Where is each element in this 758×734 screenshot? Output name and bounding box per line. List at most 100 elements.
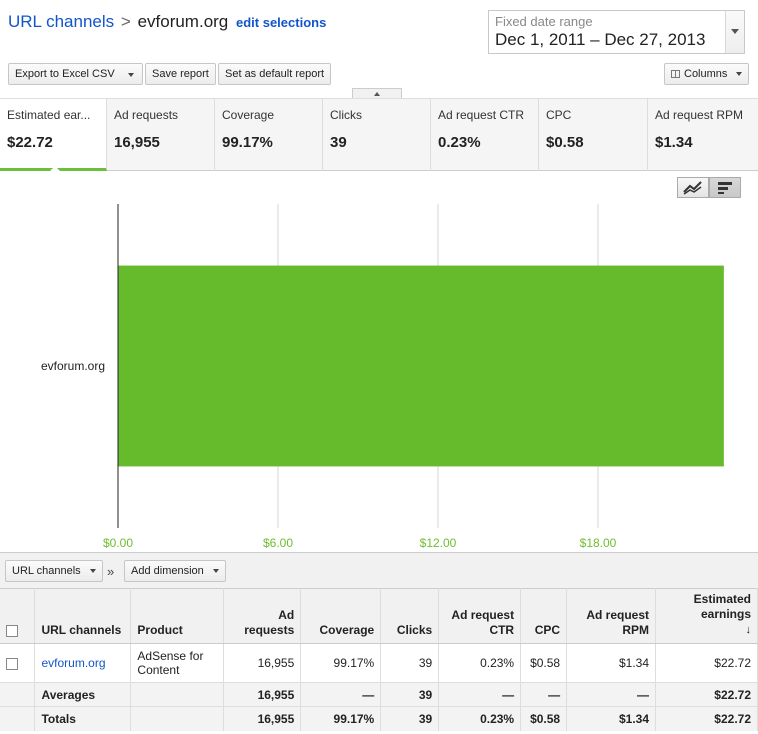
col-url-channels[interactable]: URL channels (34, 588, 132, 644)
total-ad-requests: 16,955 (223, 706, 302, 731)
table-row: evforum.org AdSense for Content 16,955 9… (0, 643, 758, 683)
col-coverage[interactable]: Coverage (300, 588, 382, 644)
bar-chart-svg: evforum.org $0.00 $6.00 $12.00 $18.00 (41, 204, 724, 550)
metric-name: Coverage (222, 108, 275, 122)
metric-estimated-earnings[interactable]: Estimated ear... $22.72 (0, 99, 107, 171)
line-chart-view-toggle[interactable] (677, 177, 709, 198)
bar-chart-view-toggle[interactable] (709, 177, 741, 198)
metric-ad-request-ctr[interactable]: Ad request CTR 0.23% (431, 99, 539, 171)
total-coverage: 99.17% (300, 706, 382, 731)
category-label: evforum.org (41, 359, 105, 373)
dimension-separator: » (107, 564, 115, 579)
earnings-cell: $22.72 (655, 643, 758, 683)
date-range-value: Dec 1, 2011 – Dec 27, 2013 (495, 30, 706, 49)
avg-clicks: 39 (380, 682, 440, 707)
set-default-report-button[interactable]: Set as default report (218, 63, 332, 85)
row-checkbox[interactable] (6, 657, 18, 670)
metric-coverage[interactable]: Coverage 99.17% (215, 99, 323, 171)
breadcrumb: URL channels > evforum.org (8, 12, 228, 32)
bar-chart: evforum.org $0.00 $6.00 $12.00 $18.00 (0, 198, 758, 552)
save-report-button[interactable]: Save report (145, 63, 216, 85)
url-channels-dimension-dropdown[interactable]: URL channels (5, 560, 103, 582)
avg-cpc: — (520, 682, 568, 707)
metric-value: 0.23% (438, 134, 481, 151)
metric-cpc[interactable]: CPC $0.58 (539, 99, 648, 171)
sort-descending-icon: ↓ (745, 624, 752, 636)
metric-name: Ad request CTR (438, 108, 525, 122)
date-range-label: Fixed date range (495, 14, 593, 29)
avg-rpm: — (566, 682, 656, 707)
metric-name: Estimated ear... (7, 108, 91, 122)
col-product[interactable]: Product (130, 588, 225, 644)
empty-cell (130, 682, 225, 707)
columns-grid-icon (671, 70, 680, 78)
metric-ad-request-rpm[interactable]: Ad request RPM $1.34 (648, 99, 758, 171)
col-clicks[interactable]: Clicks (380, 588, 440, 644)
export-options-dropdown[interactable] (121, 63, 143, 85)
avg-ctr: — (438, 682, 522, 707)
line-chart-icon (683, 181, 702, 195)
ad-requests-cell: 16,955 (223, 643, 302, 683)
rpm-cell: $1.34 (566, 643, 656, 683)
avg-coverage: — (300, 682, 382, 707)
avg-ad-requests: 16,955 (223, 682, 302, 707)
col-ad-request-ctr[interactable]: Ad request CTR (438, 588, 522, 644)
clicks-cell: 39 (380, 643, 440, 683)
total-earnings: $22.72 (655, 706, 758, 731)
col-estimated-earnings[interactable]: Estimated earnings ↓ (655, 588, 758, 644)
x-tick-label: $12.00 (420, 536, 457, 550)
report-header: URL channels > evforum.org edit selectio… (0, 0, 758, 56)
channel-link[interactable]: evforum.org (41, 656, 105, 670)
select-all-checkbox[interactable] (6, 624, 18, 637)
empty-cell (0, 706, 36, 731)
empty-cell (130, 706, 225, 731)
breadcrumb-url-channels-link[interactable]: URL channels (8, 12, 114, 31)
chevron-down-icon[interactable] (725, 11, 744, 53)
bar-chart-icon (718, 182, 732, 194)
total-cpc: $0.58 (520, 706, 568, 731)
averages-row: Averages 16,955 — 39 — — — $22.72 (0, 682, 758, 707)
edit-selections-link[interactable]: edit selections (236, 15, 326, 30)
metric-value: 99.17% (222, 134, 273, 151)
metric-value: 39 (330, 134, 347, 151)
collapse-chart-toggle[interactable] (352, 88, 402, 98)
empty-cell (0, 682, 36, 707)
metric-value: 16,955 (114, 134, 160, 151)
date-range-picker[interactable]: Fixed date range Dec 1, 2011 – Dec 27, 2… (488, 10, 745, 54)
metric-clicks[interactable]: Clicks 39 (323, 99, 431, 171)
metric-name: Ad request RPM (655, 108, 744, 122)
report-toolbar: Export to Excel CSV Save report Set as d… (0, 58, 758, 92)
coverage-cell: 99.17% (300, 643, 382, 683)
metric-name: Ad requests (114, 108, 179, 122)
averages-label: Averages (34, 682, 132, 707)
metric-value: $22.72 (7, 134, 53, 151)
x-tick-label: $0.00 (103, 536, 133, 550)
table-header-row: URL channels Product Ad requests Coverag… (0, 588, 758, 644)
col-cpc[interactable]: CPC (520, 588, 568, 644)
ctr-cell: 0.23% (438, 643, 522, 683)
metric-ad-requests[interactable]: Ad requests 16,955 (107, 99, 215, 171)
select-all-cell (0, 588, 36, 644)
dimension-bar: URL channels » Add dimension (0, 552, 758, 588)
totals-label: Totals (34, 706, 132, 731)
product-cell: AdSense for Content (130, 643, 225, 683)
add-dimension-label: Add dimension (131, 565, 204, 577)
total-clicks: 39 (380, 706, 440, 731)
dimension-label: URL channels (12, 565, 81, 577)
export-csv-button[interactable]: Export to Excel CSV (8, 63, 122, 85)
col-ad-requests[interactable]: Ad requests (223, 588, 302, 644)
x-tick-label: $18.00 (580, 536, 617, 550)
metric-name: CPC (546, 108, 572, 122)
col-ad-request-rpm[interactable]: Ad request RPM (566, 588, 656, 644)
add-dimension-dropdown[interactable]: Add dimension (124, 560, 226, 582)
cpc-cell: $0.58 (520, 643, 568, 683)
avg-earnings: $22.72 (655, 682, 758, 707)
columns-button[interactable]: Columns (664, 63, 750, 85)
col-estimated-earnings-label: Estimated earnings (693, 592, 751, 621)
breadcrumb-current: evforum.org (137, 12, 229, 31)
metric-value: $1.34 (655, 134, 693, 151)
bar (118, 265, 724, 467)
metric-value: $0.58 (546, 134, 584, 151)
columns-label: Columns (684, 68, 728, 80)
total-ctr: 0.23% (438, 706, 522, 731)
